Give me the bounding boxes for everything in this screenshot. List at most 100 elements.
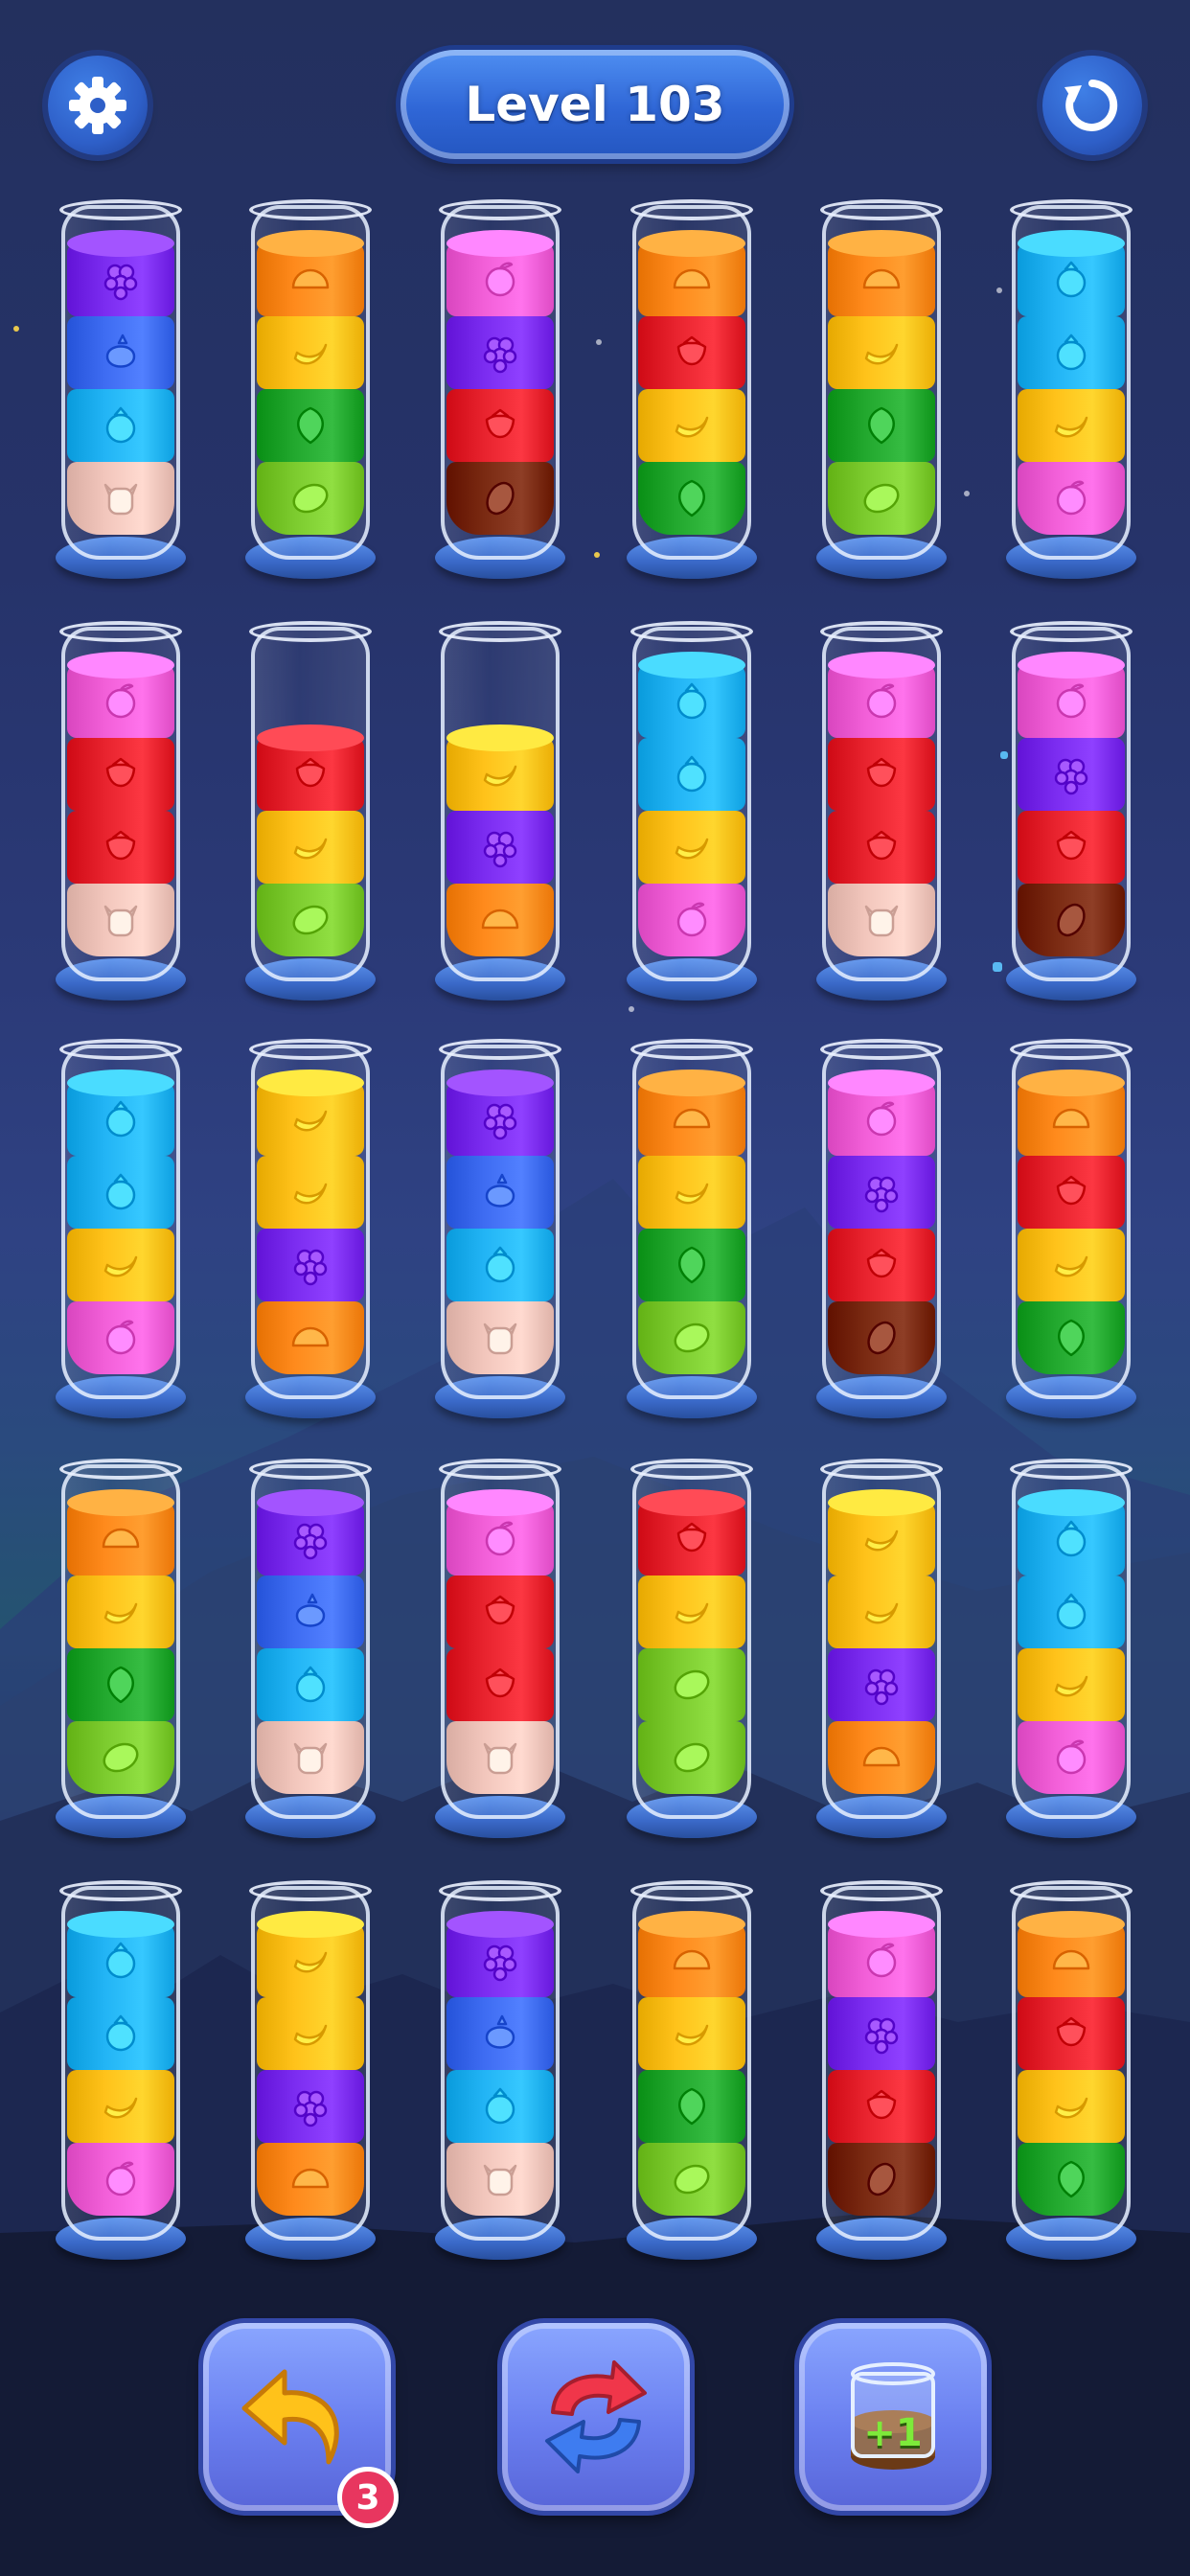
orange-slice-icon bbox=[673, 268, 711, 289]
tube[interactable] bbox=[627, 199, 757, 588]
orange-slice-icon bbox=[862, 268, 901, 289]
liquid-layer-yellow bbox=[257, 811, 364, 884]
liquid-layer-yellow bbox=[1018, 389, 1125, 462]
liquid-layer-orange bbox=[257, 230, 364, 316]
peach-icon bbox=[866, 683, 897, 719]
strawberry-icon bbox=[105, 830, 136, 861]
liquid-layer-cyan bbox=[67, 1911, 174, 1997]
tube[interactable] bbox=[56, 199, 186, 588]
add-tube-button[interactable]: +1 bbox=[799, 2323, 987, 2511]
tube[interactable] bbox=[627, 1459, 757, 1848]
tube-rim bbox=[249, 1459, 372, 1480]
tube[interactable] bbox=[816, 1039, 947, 1428]
settings-button[interactable] bbox=[48, 56, 148, 155]
liquid-layer-cyan bbox=[1018, 1489, 1125, 1576]
tube[interactable] bbox=[245, 199, 376, 588]
tube-rim bbox=[1010, 1039, 1133, 1060]
orange-slice-icon bbox=[102, 1528, 140, 1549]
coffee-bean-icon bbox=[867, 2162, 896, 2196]
tube-rim bbox=[1010, 199, 1133, 220]
leaf-icon bbox=[1058, 1319, 1085, 1357]
peach-icon bbox=[866, 1101, 897, 1137]
tube[interactable] bbox=[1006, 1459, 1136, 1848]
liquid-layer-purple bbox=[446, 1070, 554, 1156]
banana-icon bbox=[293, 1951, 328, 1973]
tube-rim bbox=[630, 199, 753, 220]
liquid-layer-yellow bbox=[1018, 1648, 1125, 1721]
liquid-layer-lime bbox=[638, 1721, 745, 1794]
liquid-layer-red bbox=[828, 811, 935, 884]
tube[interactable] bbox=[1006, 1880, 1136, 2269]
tube-rim bbox=[1010, 1459, 1133, 1480]
orange-slice-icon bbox=[673, 1108, 711, 1129]
peach-icon bbox=[1056, 683, 1087, 719]
tube[interactable] bbox=[816, 199, 947, 588]
tube[interactable] bbox=[56, 1039, 186, 1428]
liquid-layer-cyan bbox=[446, 2070, 554, 2143]
liquid-layer-red bbox=[1018, 1156, 1125, 1229]
peach-icon bbox=[676, 902, 707, 937]
tube[interactable] bbox=[1006, 621, 1136, 1010]
tube[interactable] bbox=[627, 1039, 757, 1428]
liquid-layer-pink bbox=[638, 884, 745, 956]
tube[interactable] bbox=[435, 199, 565, 588]
liquid-layer-purple bbox=[446, 811, 554, 884]
peach-icon bbox=[105, 683, 136, 719]
tube[interactable] bbox=[245, 1880, 376, 2269]
gear-icon bbox=[69, 77, 126, 134]
tube[interactable] bbox=[1006, 1039, 1136, 1428]
lime-icon bbox=[674, 2164, 710, 2195]
liquid-layer-peach bbox=[446, 2143, 554, 2216]
leaf-icon bbox=[107, 1666, 134, 1704]
tube[interactable] bbox=[245, 621, 376, 1010]
tube[interactable] bbox=[56, 1459, 186, 1848]
tube[interactable] bbox=[816, 621, 947, 1010]
liquid-layer-green bbox=[1018, 1301, 1125, 1374]
cow-icon bbox=[103, 483, 138, 516]
cow-icon bbox=[293, 1742, 328, 1775]
liquid-layer-peach bbox=[828, 884, 935, 956]
tube[interactable] bbox=[816, 1880, 947, 2269]
strawberry-icon bbox=[1056, 830, 1087, 861]
tube[interactable] bbox=[56, 621, 186, 1010]
berry-icon bbox=[105, 1173, 136, 1210]
tube-rim bbox=[439, 1880, 561, 1901]
liquid-layer-orange bbox=[828, 230, 935, 316]
liquid-layer-yellow bbox=[828, 1489, 935, 1576]
liquid-layer-lime bbox=[638, 1301, 745, 1374]
tube[interactable] bbox=[1006, 199, 1136, 588]
liquid-layer-peach bbox=[257, 1721, 364, 1794]
shuffle-button[interactable] bbox=[502, 2323, 690, 2511]
game-scene: Level 103 3 +1 bbox=[0, 0, 1190, 2576]
tube[interactable] bbox=[435, 621, 565, 1010]
tube[interactable] bbox=[816, 1459, 947, 1848]
tube[interactable] bbox=[435, 1039, 565, 1428]
banana-icon bbox=[1054, 416, 1088, 438]
tube[interactable] bbox=[435, 1880, 565, 2269]
tube[interactable] bbox=[245, 1459, 376, 1848]
liquid-layer-orange bbox=[638, 230, 745, 316]
liquid-layer-cyan bbox=[1018, 1576, 1125, 1648]
tube-rim bbox=[439, 1459, 561, 1480]
berry-icon bbox=[295, 1666, 326, 1703]
tube[interactable] bbox=[56, 1880, 186, 2269]
liquid-layer-blue bbox=[446, 1156, 554, 1229]
liquid-layer-cyan bbox=[257, 1648, 364, 1721]
tube[interactable] bbox=[245, 1039, 376, 1428]
liquid-layer-green bbox=[828, 389, 935, 462]
liquid-layer-yellow bbox=[638, 1997, 745, 2070]
banana-icon bbox=[864, 1602, 899, 1624]
peach-icon bbox=[1056, 480, 1087, 516]
liquid-layer-cyan bbox=[446, 1229, 554, 1301]
grapes-icon bbox=[103, 264, 138, 301]
tube[interactable] bbox=[435, 1459, 565, 1848]
liquid-layer-orange bbox=[446, 884, 554, 956]
tube[interactable] bbox=[627, 1880, 757, 2269]
berry-icon bbox=[1056, 1593, 1087, 1630]
orange-slice-icon bbox=[673, 1949, 711, 1970]
tube[interactable] bbox=[627, 621, 757, 1010]
tube-rim bbox=[820, 621, 943, 642]
banana-icon bbox=[1054, 1675, 1088, 1697]
restart-button[interactable] bbox=[1042, 56, 1142, 155]
liquid-layer-pink bbox=[446, 230, 554, 316]
